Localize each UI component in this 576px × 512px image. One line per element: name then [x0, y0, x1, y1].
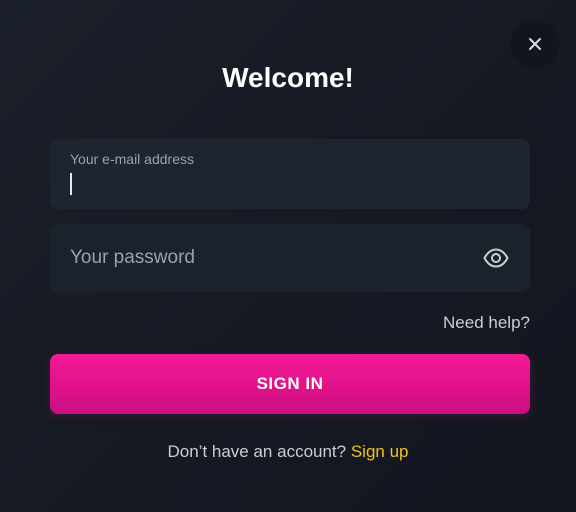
signup-prompt-text: Don’t have an account?	[167, 442, 351, 461]
sign-in-button[interactable]: SIGN IN	[50, 354, 530, 414]
eye-icon	[483, 248, 509, 268]
email-field-label: Your e-mail address	[70, 151, 194, 167]
sign-up-link[interactable]: Sign up	[351, 442, 409, 461]
modal-title: Welcome!	[222, 62, 354, 93]
signup-prompt-row: Don’t have an account? Sign up	[0, 441, 576, 463]
password-field[interactable]	[50, 224, 530, 292]
email-field[interactable]: Your e-mail address	[50, 139, 530, 209]
email-input[interactable]	[70, 169, 470, 201]
password-input[interactable]	[70, 224, 470, 292]
close-icon	[529, 38, 541, 50]
sign-in-modal: Welcome! Your e-mail address Need help? …	[0, 0, 576, 512]
toggle-password-visibility-button[interactable]	[482, 246, 510, 270]
need-help-link[interactable]: Need help?	[443, 312, 530, 334]
text-cursor	[70, 173, 72, 195]
